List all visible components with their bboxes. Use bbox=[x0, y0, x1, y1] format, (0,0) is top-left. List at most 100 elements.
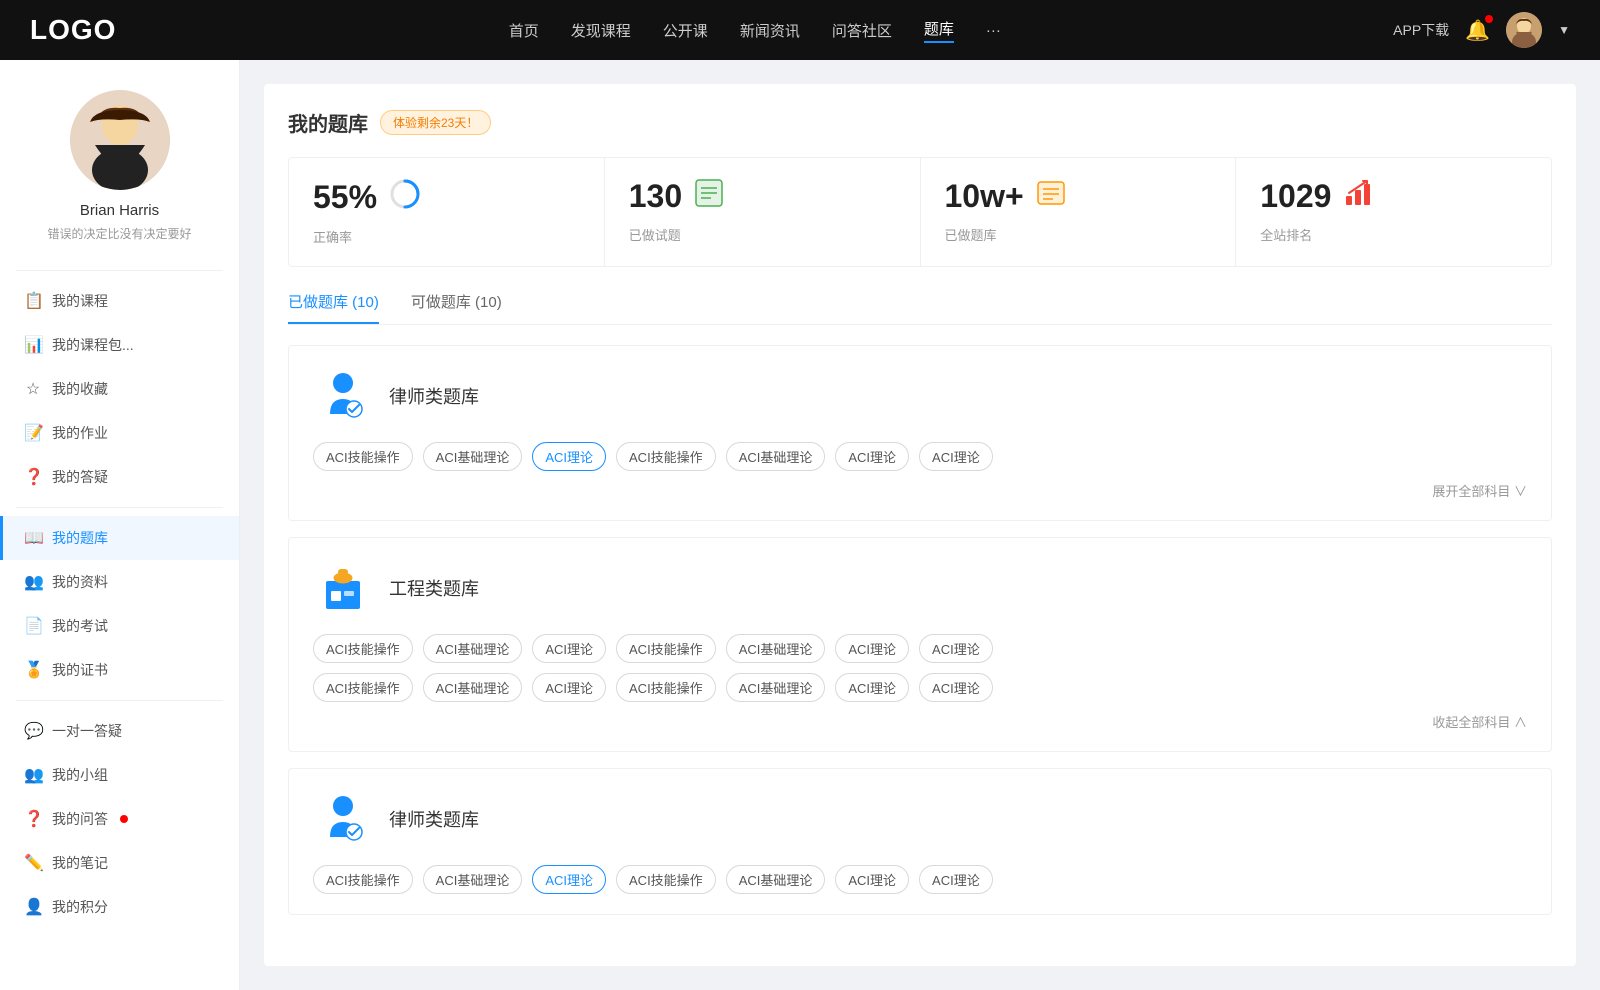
stat-banks: 10w+ 已做题库 bbox=[921, 158, 1237, 266]
bank-tag-1-0[interactable]: ACI技能操作 bbox=[313, 442, 413, 471]
bank-tag-1-6[interactable]: ACI理论 bbox=[919, 442, 993, 471]
sidebar-item-group[interactable]: 👥 我的小组 bbox=[0, 753, 239, 797]
bank-tag-2b-4[interactable]: ACI基础理论 bbox=[726, 673, 826, 702]
profile-avatar bbox=[70, 90, 170, 190]
main-container: Brian Harris 错误的决定比没有决定要好 📋 我的课程 📊 我的课程包… bbox=[0, 0, 1600, 990]
bank-tag-1-4[interactable]: ACI基础理论 bbox=[726, 442, 826, 471]
bank-tag-2b-6[interactable]: ACI理论 bbox=[919, 673, 993, 702]
favorites-icon: ☆ bbox=[24, 379, 42, 399]
notification-badge bbox=[1485, 15, 1493, 23]
bank-tag-1-3[interactable]: ACI技能操作 bbox=[616, 442, 716, 471]
expand-link-1[interactable]: 展开全部科目 ∨ bbox=[313, 481, 1527, 500]
tab-todo[interactable]: 可做题库 (10) bbox=[411, 291, 502, 324]
nav-item-qa[interactable]: 问答社区 bbox=[832, 20, 892, 41]
done-icon bbox=[694, 178, 724, 215]
bank-tags-2a: ACI技能操作 ACI基础理论 ACI理论 ACI技能操作 ACI基础理论 AC… bbox=[313, 634, 1527, 663]
bank-tag-2-3[interactable]: ACI技能操作 bbox=[616, 634, 716, 663]
user-avatar[interactable] bbox=[1506, 12, 1542, 48]
tabs: 已做题库 (10) 可做题库 (10) bbox=[288, 291, 1552, 325]
nav-item-more[interactable]: ··· bbox=[986, 22, 1001, 39]
lawyer-svg-1 bbox=[316, 369, 371, 424]
rank-icon bbox=[1343, 178, 1373, 215]
sidebar-item-questions[interactable]: ❓ 我的答疑 bbox=[0, 455, 239, 499]
bank-tags-1: ACI技能操作 ACI基础理论 ACI理论 ACI技能操作 ACI基础理论 AC… bbox=[313, 442, 1527, 471]
sidebar-item-bank[interactable]: 📖 我的题库 bbox=[0, 516, 239, 560]
sidebar-item-certificate[interactable]: 🏅 我的证书 bbox=[0, 648, 239, 692]
bank-icon: 📖 bbox=[24, 528, 42, 548]
trial-badge: 体验剩余23天！ bbox=[380, 110, 491, 135]
sidebar-item-myqa[interactable]: ❓ 我的问答 bbox=[0, 797, 239, 841]
stat-banks-value: 10w+ bbox=[945, 178, 1024, 215]
sidebar-item-coursepack[interactable]: 📊 我的课程包... bbox=[0, 323, 239, 367]
lawyer-icon-2 bbox=[313, 789, 373, 849]
nav-chevron-icon[interactable]: ▼ bbox=[1558, 23, 1570, 37]
myqa-icon: ❓ bbox=[24, 809, 42, 829]
bank-tag-2-6[interactable]: ACI理论 bbox=[919, 634, 993, 663]
top-navigation: LOGO 首页 发现课程 公开课 新闻资讯 问答社区 题库 ··· APP下载 … bbox=[0, 0, 1600, 60]
bank-tag-2b-2[interactable]: ACI理论 bbox=[532, 673, 606, 702]
notification-bell[interactable]: 🔔 bbox=[1465, 18, 1490, 43]
nav-menu: 首页 发现课程 公开课 新闻资讯 问答社区 题库 ··· bbox=[509, 18, 1001, 43]
stats-row: 55% 正确率 130 bbox=[288, 157, 1552, 267]
sidebar-item-homework[interactable]: 📝 我的作业 bbox=[0, 411, 239, 455]
nav-item-news[interactable]: 新闻资讯 bbox=[740, 20, 800, 41]
bank-tag-3-0[interactable]: ACI技能操作 bbox=[313, 865, 413, 894]
sidebar-item-one-on-one[interactable]: 💬 一对一答疑 bbox=[0, 709, 239, 753]
bank-tag-2b-1[interactable]: ACI基础理论 bbox=[423, 673, 523, 702]
bank-tag-3-5[interactable]: ACI理论 bbox=[835, 865, 909, 894]
myqa-badge bbox=[120, 815, 128, 823]
bank-tag-2-2[interactable]: ACI理论 bbox=[532, 634, 606, 663]
bank-card-engineer: 工程类题库 ACI技能操作 ACI基础理论 ACI理论 ACI技能操作 ACI基… bbox=[288, 537, 1552, 752]
expand-link-2[interactable]: 收起全部科目 ∧ bbox=[313, 712, 1527, 731]
stat-rank-value: 1029 bbox=[1260, 178, 1331, 215]
nav-item-home[interactable]: 首页 bbox=[509, 20, 539, 41]
points-icon: 👤 bbox=[24, 897, 42, 917]
bank-tag-2b-3[interactable]: ACI技能操作 bbox=[616, 673, 716, 702]
stat-done-value: 130 bbox=[629, 178, 682, 215]
page-header: 我的题库 体验剩余23天！ bbox=[288, 108, 1552, 137]
bank-tag-2-0[interactable]: ACI技能操作 bbox=[313, 634, 413, 663]
sidebar-item-course[interactable]: 📋 我的课程 bbox=[0, 279, 239, 323]
bank-tag-2-1[interactable]: ACI基础理论 bbox=[423, 634, 523, 663]
nav-item-bank[interactable]: 题库 bbox=[924, 18, 954, 43]
bank-tags-3: ACI技能操作 ACI基础理论 ACI理论 ACI技能操作 ACI基础理论 AC… bbox=[313, 865, 1527, 894]
bank-tag-3-6[interactable]: ACI理论 bbox=[919, 865, 993, 894]
stat-rank: 1029 全站排名 bbox=[1236, 158, 1551, 266]
nav-item-discover[interactable]: 发现课程 bbox=[571, 20, 631, 41]
profile-motto: 错误的决定比没有决定要好 bbox=[47, 225, 191, 242]
bank-tag-1-5[interactable]: ACI理论 bbox=[835, 442, 909, 471]
profile-name: Brian Harris bbox=[80, 202, 159, 219]
stat-accuracy-label: 正确率 bbox=[313, 227, 580, 246]
bank-tag-2b-5[interactable]: ACI理论 bbox=[835, 673, 909, 702]
tab-done[interactable]: 已做题库 (10) bbox=[288, 291, 379, 324]
nav-item-public[interactable]: 公开课 bbox=[663, 20, 708, 41]
notes-icon: ✏️ bbox=[24, 853, 42, 873]
banks-icon bbox=[1036, 178, 1066, 215]
sidebar: Brian Harris 错误的决定比没有决定要好 📋 我的课程 📊 我的课程包… bbox=[0, 60, 240, 990]
sidebar-item-favorites[interactable]: ☆ 我的收藏 bbox=[0, 367, 239, 411]
bank-tag-1-2[interactable]: ACI理论 bbox=[532, 442, 606, 471]
bank-tag-3-2[interactable]: ACI理论 bbox=[532, 865, 606, 894]
profile-avatar-svg bbox=[70, 90, 170, 190]
certificate-icon: 🏅 bbox=[24, 660, 42, 680]
sidebar-item-exam[interactable]: 📄 我的考试 bbox=[0, 604, 239, 648]
sidebar-divider-3 bbox=[16, 700, 223, 701]
bank-tag-3-1[interactable]: ACI基础理论 bbox=[423, 865, 523, 894]
bank-title-3: 律师类题库 bbox=[389, 806, 479, 832]
sidebar-item-profile[interactable]: 👥 我的资料 bbox=[0, 560, 239, 604]
bank-tag-3-4[interactable]: ACI基础理论 bbox=[726, 865, 826, 894]
bank-tag-2-4[interactable]: ACI基础理论 bbox=[726, 634, 826, 663]
bank-tag-2b-0[interactable]: ACI技能操作 bbox=[313, 673, 413, 702]
sidebar-item-notes[interactable]: ✏️ 我的笔记 bbox=[0, 841, 239, 885]
bank-tag-3-3[interactable]: ACI技能操作 bbox=[616, 865, 716, 894]
accuracy-svg bbox=[389, 178, 421, 210]
bank-title-2: 工程类题库 bbox=[389, 575, 479, 601]
sidebar-item-points[interactable]: 👤 我的积分 bbox=[0, 885, 239, 929]
content-inner: 我的题库 体验剩余23天！ 55% bbox=[264, 84, 1576, 966]
engineer-icon bbox=[313, 558, 373, 618]
bank-title-1: 律师类题库 bbox=[389, 383, 479, 409]
bank-tag-1-1[interactable]: ACI基础理论 bbox=[423, 442, 523, 471]
bank-tag-2-5[interactable]: ACI理论 bbox=[835, 634, 909, 663]
app-download-link[interactable]: APP下载 bbox=[1393, 20, 1449, 40]
exam-icon: 📄 bbox=[24, 616, 42, 636]
